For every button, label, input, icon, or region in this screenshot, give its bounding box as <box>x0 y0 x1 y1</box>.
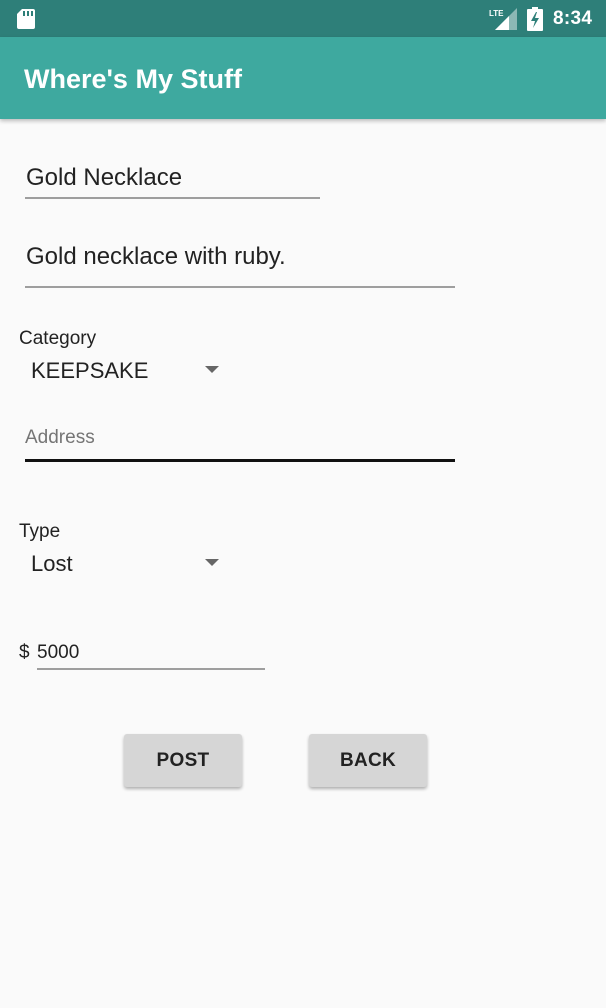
category-spinner[interactable]: KEEPSAKE <box>19 355 229 387</box>
currency-symbol: $ <box>19 642 30 663</box>
post-button[interactable]: POST <box>124 734 242 787</box>
chevron-down-icon <box>205 366 219 373</box>
sd-card-icon <box>17 9 35 29</box>
address-input[interactable] <box>25 427 455 449</box>
type-spinner[interactable]: Lost <box>19 548 229 580</box>
lte-signal-icon: LTE <box>489 8 517 30</box>
svg-text:LTE: LTE <box>489 9 504 18</box>
app-bar: Where's My Stuff <box>0 37 606 119</box>
status-clock: 8:34 <box>553 8 593 29</box>
chevron-down-icon <box>205 559 219 566</box>
item-name-value: Gold Necklace <box>26 164 183 191</box>
app-title: Where's My Stuff <box>24 64 242 94</box>
back-button[interactable]: BACK <box>309 734 427 787</box>
reward-field[interactable]: 5000 <box>37 638 265 670</box>
item-description-field[interactable]: Gold necklace with ruby. <box>25 240 455 288</box>
category-selected: KEEPSAKE <box>31 358 149 383</box>
reward-value: 5000 <box>37 642 80 663</box>
category-label: Category <box>19 328 97 349</box>
item-name-field[interactable]: Gold Necklace <box>25 160 320 199</box>
address-field[interactable] <box>25 425 455 462</box>
item-description-value: Gold necklace with ruby. <box>26 243 286 270</box>
type-selected: Lost <box>31 551 73 576</box>
type-label: Type <box>19 521 61 542</box>
status-bar: LTE 8:34 <box>0 0 606 37</box>
battery-charging-icon <box>527 7 543 31</box>
